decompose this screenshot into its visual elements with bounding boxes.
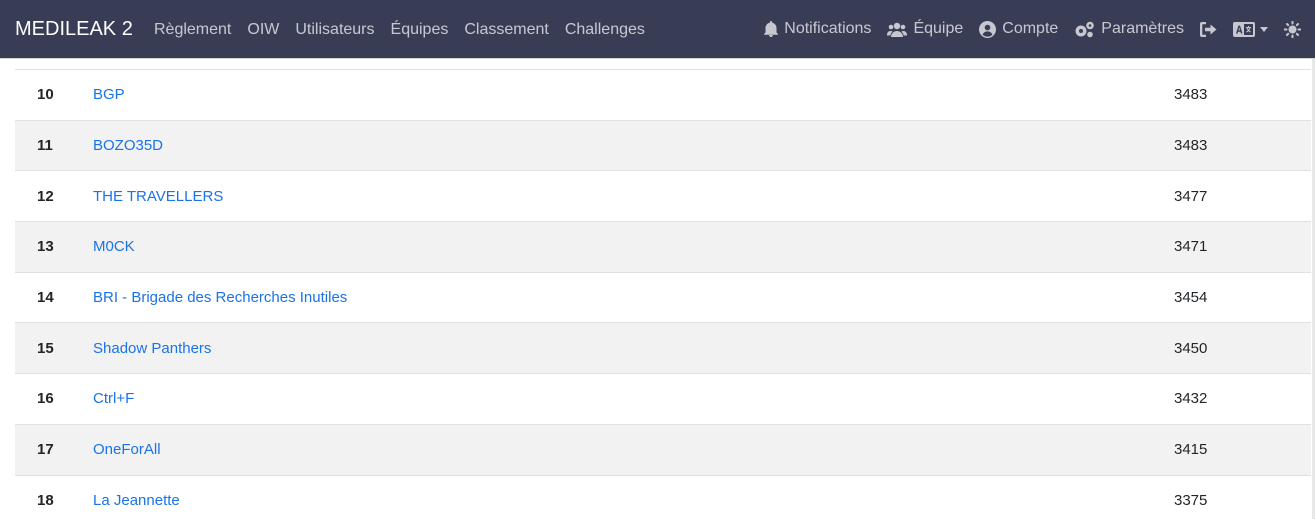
- score-cell: 3454: [1174, 289, 1311, 306]
- account-label: Compte: [1002, 18, 1058, 40]
- score-cell: 3471: [1174, 238, 1311, 255]
- table-row: 10 BGP 3483: [15, 69, 1311, 120]
- team-link-cell[interactable]: M0CK: [93, 238, 135, 255]
- notifications-link[interactable]: Notifications: [764, 18, 871, 40]
- main-nav: Règlement OIW Utilisateurs Équipes Class…: [154, 20, 661, 40]
- logout-button[interactable]: [1200, 22, 1217, 37]
- rank-cell: 17: [15, 441, 93, 458]
- table-row: 14 BRI - Brigade des Recherches Inutiles…: [15, 272, 1311, 323]
- rank-cell: 12: [15, 188, 93, 205]
- rank-cell: 18: [15, 492, 93, 509]
- table-row: 17 OneForAll 3415: [15, 424, 1311, 475]
- team-link[interactable]: Équipe: [887, 18, 963, 40]
- team-link-cell[interactable]: Ctrl+F: [93, 390, 134, 407]
- score-cell: 3415: [1174, 441, 1311, 458]
- nav-link-challenges[interactable]: Challenges: [565, 20, 645, 40]
- team-link-cell[interactable]: THE TRAVELLERS: [93, 188, 223, 205]
- rank-cell: 15: [15, 340, 93, 357]
- language-icon: [1233, 22, 1255, 37]
- table-row: 13 M0CK 3471: [15, 221, 1311, 272]
- team-link-cell[interactable]: La Jeannette: [93, 492, 180, 509]
- table-row: 11 BOZO35D 3483: [15, 120, 1311, 171]
- notifications-label: Notifications: [784, 18, 871, 40]
- table-row: 15 Shadow Panthers 3450: [15, 322, 1311, 373]
- top-navbar: MEDILEAK 2 Règlement OIW Utilisateurs Éq…: [0, 0, 1315, 59]
- table-row: 18 La Jeannette 3375: [15, 475, 1311, 525]
- rank-cell: 14: [15, 289, 93, 306]
- rank-cell: 10: [15, 86, 93, 103]
- table-row: 16 Ctrl+F 3432: [15, 373, 1311, 424]
- score-cell: 3483: [1174, 137, 1311, 154]
- account-link[interactable]: Compte: [979, 18, 1058, 40]
- team-link-cell[interactable]: BGP: [93, 86, 125, 103]
- settings-label: Paramètres: [1101, 18, 1184, 40]
- theme-toggle[interactable]: [1284, 21, 1301, 38]
- user-circle-icon: [979, 21, 996, 38]
- nav-link-reglement[interactable]: Règlement: [154, 20, 231, 40]
- table-row: 12 THE TRAVELLERS 3477: [15, 170, 1311, 221]
- rank-cell: 11: [15, 137, 93, 154]
- team-label: Équipe: [913, 18, 963, 40]
- score-cell: 3432: [1174, 390, 1311, 407]
- score-cell: 3483: [1174, 86, 1311, 103]
- team-link-cell[interactable]: OneForAll: [93, 441, 161, 458]
- nav-link-equipes[interactable]: Équipes: [391, 20, 449, 40]
- sign-out-icon: [1200, 22, 1217, 37]
- nav-link-utilisateurs[interactable]: Utilisateurs: [295, 20, 374, 40]
- nav-link-oiw[interactable]: OIW: [247, 20, 279, 40]
- cogs-icon: [1074, 21, 1095, 38]
- team-link-cell[interactable]: BRI - Brigade des Recherches Inutiles: [93, 289, 347, 306]
- user-nav: Notifications Équipe Compte Paramètres: [748, 18, 1301, 40]
- settings-link[interactable]: Paramètres: [1074, 18, 1184, 40]
- bell-icon: [764, 21, 778, 37]
- rank-cell: 16: [15, 390, 93, 407]
- chevron-down-icon: [1260, 27, 1268, 32]
- team-link-cell[interactable]: BOZO35D: [93, 137, 163, 154]
- score-cell: 3375: [1174, 492, 1311, 509]
- language-dropdown[interactable]: [1233, 22, 1268, 37]
- rank-cell: 13: [15, 238, 93, 255]
- users-icon: [887, 22, 907, 37]
- score-cell: 3477: [1174, 188, 1311, 205]
- team-link-cell[interactable]: Shadow Panthers: [93, 340, 211, 357]
- sun-icon: [1284, 21, 1301, 38]
- scoreboard-table: 10 BGP 3483 11 BOZO35D 3483 12 THE TRAVE…: [15, 69, 1311, 525]
- score-cell: 3450: [1174, 340, 1311, 357]
- brand-link[interactable]: MEDILEAK 2: [15, 17, 133, 41]
- nav-link-classement[interactable]: Classement: [464, 20, 548, 40]
